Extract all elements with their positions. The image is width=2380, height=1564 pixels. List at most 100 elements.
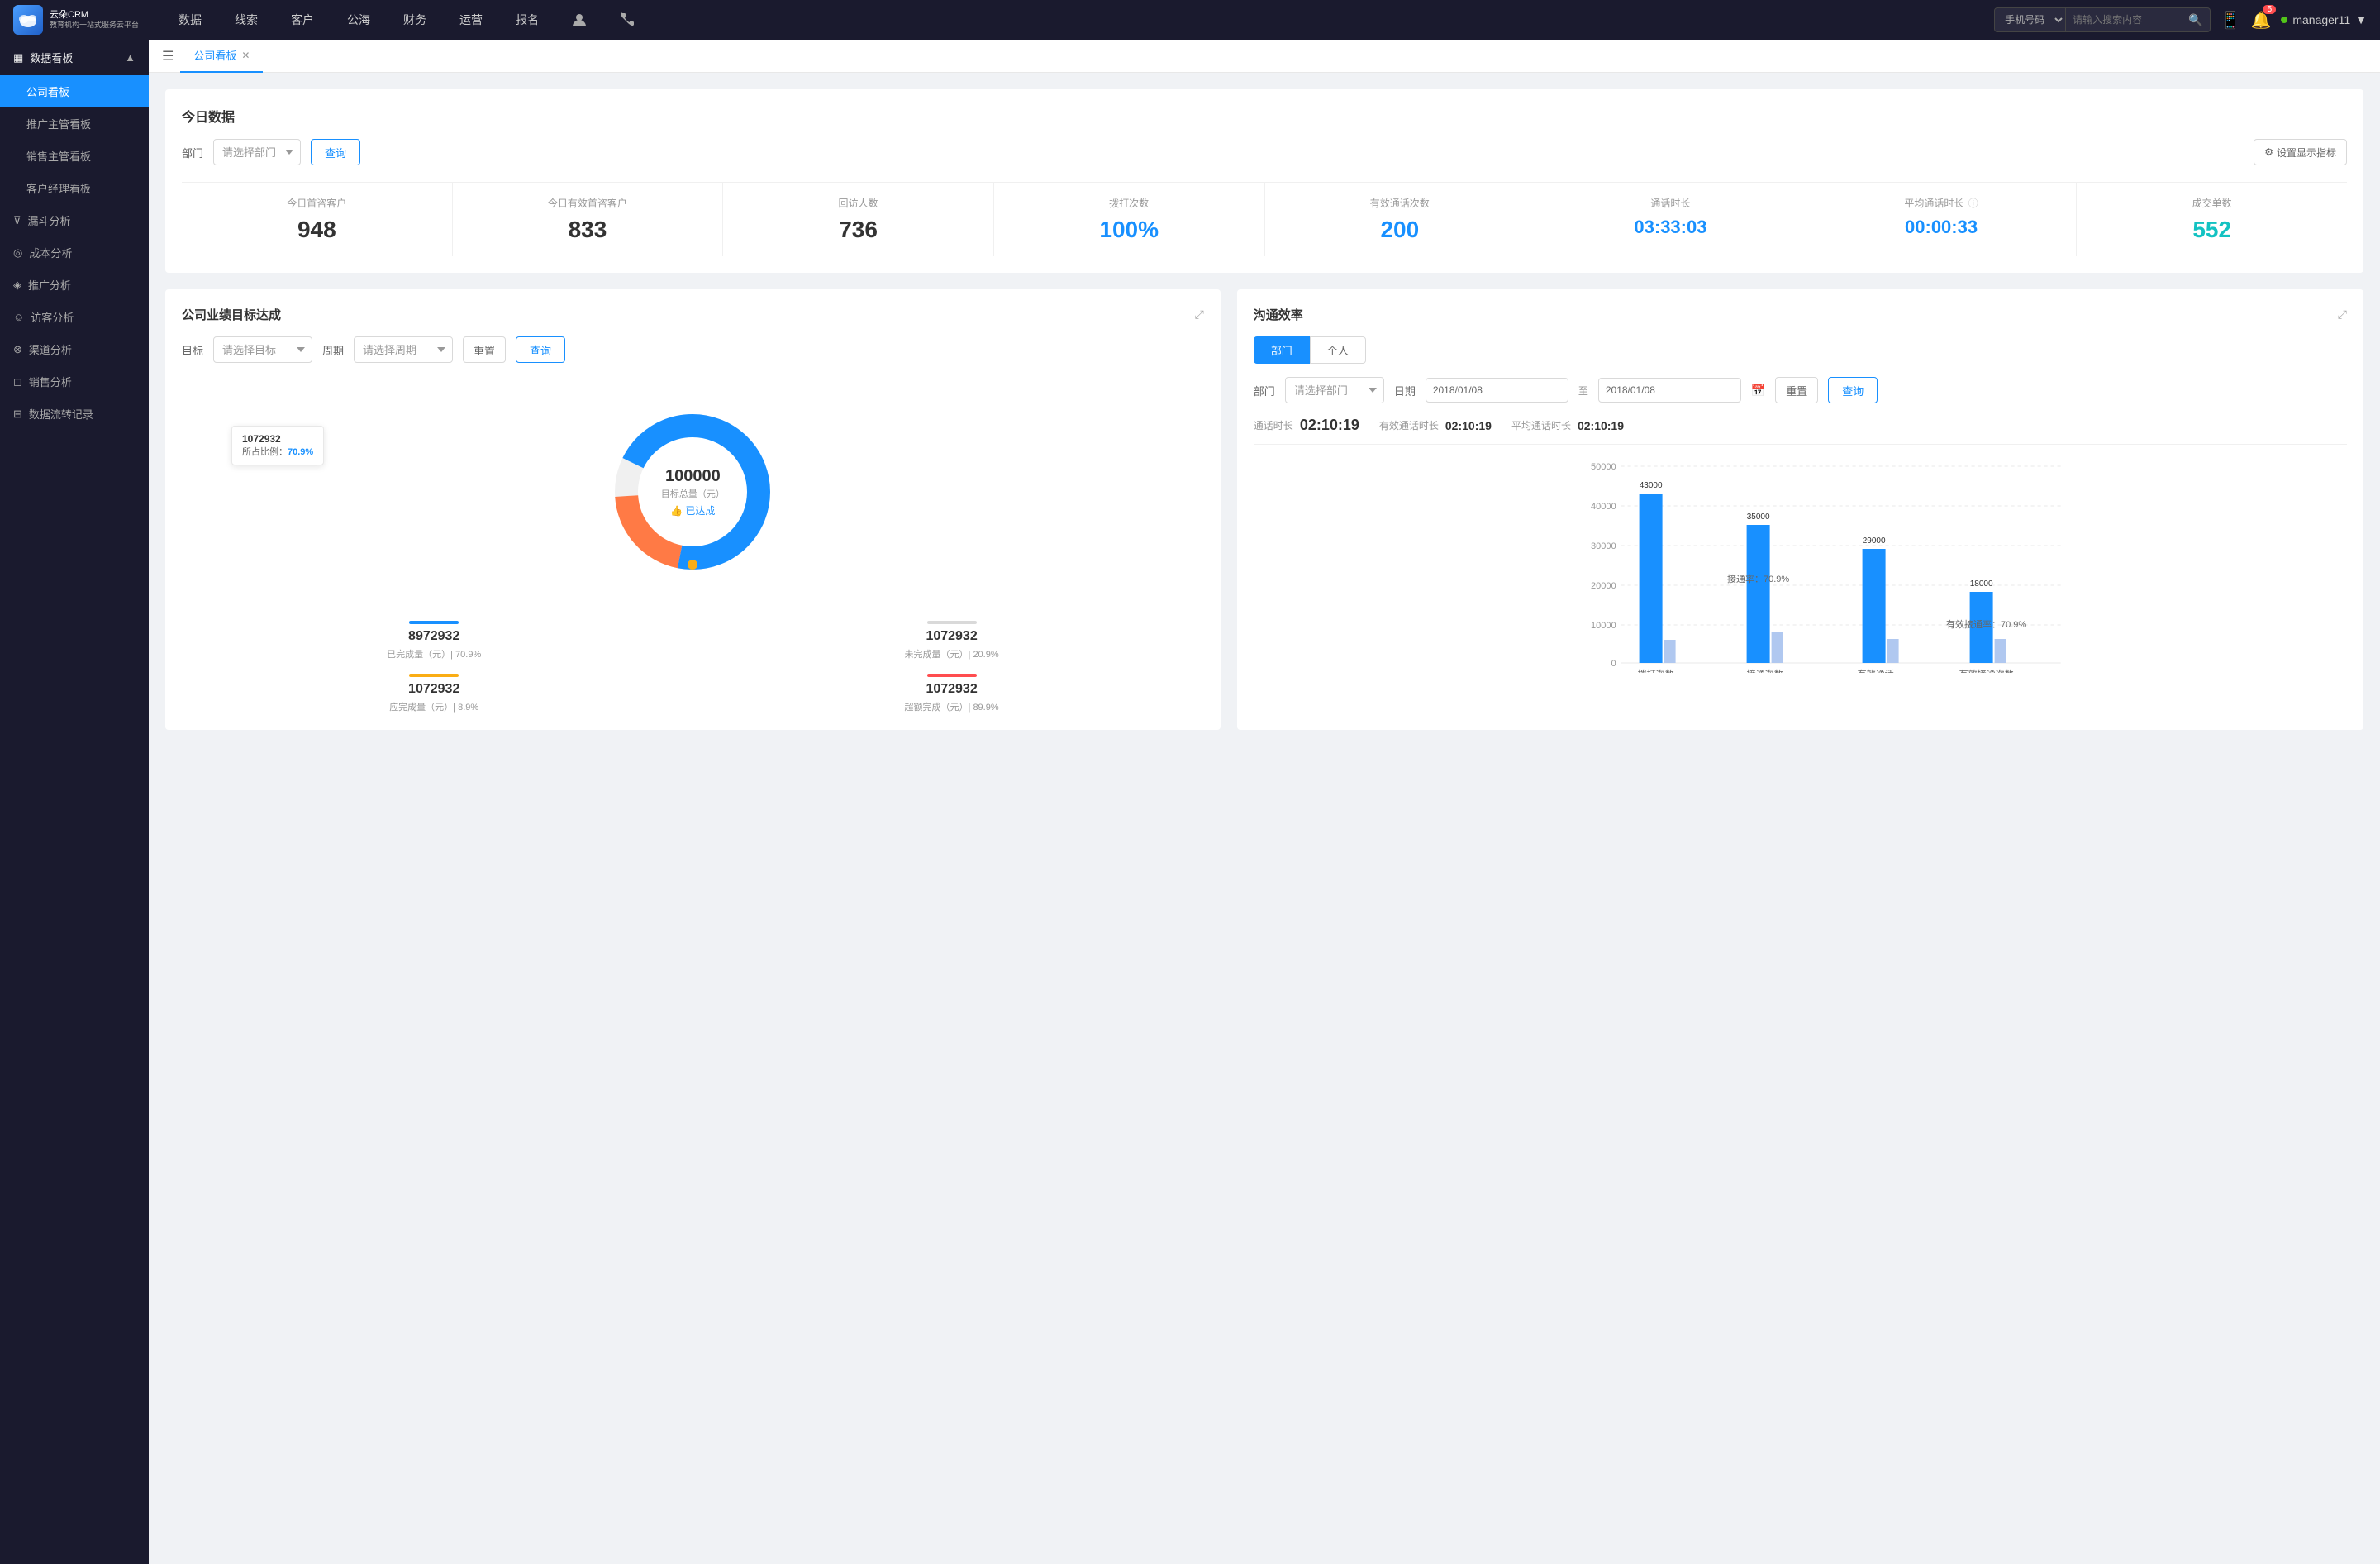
main-content: ☰ 公司看板 ✕ 今日数据 部门 请选择部门 查询 [149,40,2380,1564]
sidebar-item-sales-analysis[interactable]: ◻ 销售分析 [0,365,149,398]
goal-stat-1: 1072932 未完成量（元）| 20.9% [699,621,1203,660]
nav-item-phone-icon[interactable] [603,0,651,40]
funnel-icon: ⊽ [13,214,21,227]
nav-item-data[interactable]: 数据 [162,0,218,40]
stat-item-5: 通话时长 03:33:03 [1535,183,1806,256]
calendar-icon[interactable]: 📅 [1751,384,1765,398]
settings-display-button[interactable]: ⚙ 设置显示指标 [2254,139,2347,165]
comm-date-from[interactable] [1426,378,1568,403]
time-label-2: 平均通话时长 [1511,418,1571,432]
today-query-button[interactable]: 查询 [311,139,360,165]
sidebar-item-manager-board[interactable]: 客户经理看板 [0,172,149,204]
goal-period-label: 周期 [322,342,344,358]
main-layout: ▦ 数据看板 ▲ 公司看板 推广主管看板 销售主管看板 客户经理看板 ⊽ 漏斗分… [0,40,2380,1564]
nav-item-finance[interactable]: 财务 [387,0,443,40]
username: manager11 [2292,13,2350,26]
cost-icon: ◎ [13,246,22,260]
search-input[interactable] [2066,14,2182,26]
svg-text:拨打次数: 拨打次数 [1637,668,1673,673]
notification-icon[interactable]: 🔔 5 [2250,10,2271,31]
stat-label-5: 通话时长 [1542,196,1799,210]
sidebar-item-cost[interactable]: ◎ 成本分析 [0,236,149,269]
today-data-title: 今日数据 [182,106,2347,126]
tab-label: 公司看板 [193,47,236,63]
top-navigation: 云朵CRM 教育机构一站式服务云平台 数据 线索 客户 公海 财务 运营 报名 … [0,0,2380,40]
comm-dept-label: 部门 [1254,383,1275,398]
tab-close-icon[interactable]: ✕ [241,50,250,61]
tab-company-board[interactable]: 公司看板 ✕ [180,40,263,73]
user-status-dot [2281,17,2287,23]
sidebar-section-dashboard[interactable]: ▦ 数据看板 ▲ [0,40,149,75]
bar-chart-container: 50000 40000 30000 20000 10000 0 [1254,458,2347,675]
settings-icon: ⚙ [2264,146,2273,158]
stat-item-6: 平均通话时长 ⓘ 00:00:33 [1806,183,2078,256]
search-box[interactable]: 手机号码 🔍 [1994,7,2210,32]
sidebar-item-label-company: 公司看板 [26,83,69,99]
goal-target-select[interactable]: 请选择目标 [213,336,312,363]
goal-period-select[interactable]: 请选择周期 [354,336,453,363]
stat-item-0: 今日首咨客户 948 [182,183,453,256]
goal-query-button[interactable]: 查询 [516,336,565,363]
date-separator: 至 [1578,384,1588,398]
sidebar-section-collapse-icon: ▲ [125,51,136,64]
comm-query-button[interactable]: 查询 [1828,377,1878,403]
nav-item-operations[interactable]: 运营 [443,0,499,40]
comm-dept-select[interactable]: 请选择部门 [1285,377,1384,403]
sidebar-item-sales-board[interactable]: 销售主管看板 [0,140,149,172]
nav-item-leads[interactable]: 线索 [218,0,274,40]
comm-date-label: 日期 [1394,383,1416,398]
mobile-icon[interactable]: 📱 [2221,10,2241,31]
svg-text:20000: 20000 [1591,581,1616,591]
comm-filter-row: 部门 请选择部门 日期 至 📅 重置 查询 [1254,377,2347,403]
stat-value-1: 833 [459,217,716,243]
goal-stat-bar-0 [409,621,459,624]
user-area[interactable]: manager11 ▼ [2281,13,2367,26]
sidebar-item-label-sales: 销售主管看板 [26,148,91,164]
search-filter-select[interactable]: 手机号码 [1995,8,2066,31]
goal-target-label: 目标 [182,342,203,358]
svg-text:接通率：70.9%: 接通率：70.9% [1727,573,1789,584]
comm-tab-person[interactable]: 个人 [1310,336,1366,364]
svg-text:43000: 43000 [1639,481,1662,490]
goal-expand-icon[interactable]: ⤢ [1195,308,1204,322]
sidebar-toggle-button[interactable]: ☰ [162,48,174,64]
goal-stat-label-0: 已完成量（元）| 70.9% [182,647,686,660]
bar-connect-gray [1771,632,1783,663]
comm-reset-button[interactable]: 重置 [1775,377,1818,403]
sidebar-item-promo-board[interactable]: 推广主管看板 [0,107,149,140]
sidebar-item-label-manager: 客户经理看板 [26,180,91,196]
goal-stats: 8972932 已完成量（元）| 70.9% 1072932 未完成量（元）| … [182,621,1204,713]
comm-expand-icon[interactable]: ⤢ [2338,308,2347,322]
comm-tab-dept[interactable]: 部门 [1254,336,1310,364]
goal-chart-card: 公司业绩目标达成 ⤢ 目标 请选择目标 周期 请选择周期 重置 查询 [165,289,1221,730]
sidebar-item-data-flow[interactable]: ⊟ 数据流转记录 [0,398,149,430]
nav-right: 手机号码 🔍 📱 🔔 5 manager11 ▼ [1994,7,2367,32]
dept-filter-select[interactable]: 请选择部门 [213,139,301,165]
goal-reset-button[interactable]: 重置 [463,336,506,363]
bar-dialcount-gray [1664,640,1675,663]
goal-controls: 目标 请选择目标 周期 请选择周期 重置 查询 [182,336,1204,363]
nav-item-profile-icon[interactable] [555,0,603,40]
stat-value-4: 200 [1272,217,1529,243]
sidebar-item-promo-analysis[interactable]: ◈ 推广分析 [0,269,149,301]
goal-stat-0: 8972932 已完成量（元）| 70.9% [182,621,686,660]
sidebar-item-company-board[interactable]: 公司看板 [0,75,149,107]
dashboard-icon: ▦ [13,51,23,64]
nav-item-customers[interactable]: 客户 [274,0,331,40]
sidebar-item-visitor[interactable]: ☺ 访客分析 [0,301,149,333]
sales-icon: ◻ [13,375,22,389]
sidebar-item-channel[interactable]: ⊗ 渠道分析 [0,333,149,365]
stat-value-2: 736 [730,217,987,243]
nav-item-public[interactable]: 公海 [331,0,387,40]
user-dropdown-icon: ▼ [2355,13,2367,26]
svg-text:18000: 18000 [1969,579,1992,589]
goal-stat-value-1: 1072932 [699,629,1203,644]
channel-icon: ⊗ [13,343,22,356]
goal-stat-value-3: 1072932 [699,682,1203,697]
time-group-2: 平均通话时长 02:10:19 [1511,418,1624,432]
sidebar-item-funnel[interactable]: ⊽ 漏斗分析 [0,204,149,236]
stat-value-0: 948 [188,217,445,243]
nav-item-signup[interactable]: 报名 [499,0,555,40]
comm-date-to[interactable] [1598,378,1741,403]
search-button[interactable]: 🔍 [2182,13,2209,27]
